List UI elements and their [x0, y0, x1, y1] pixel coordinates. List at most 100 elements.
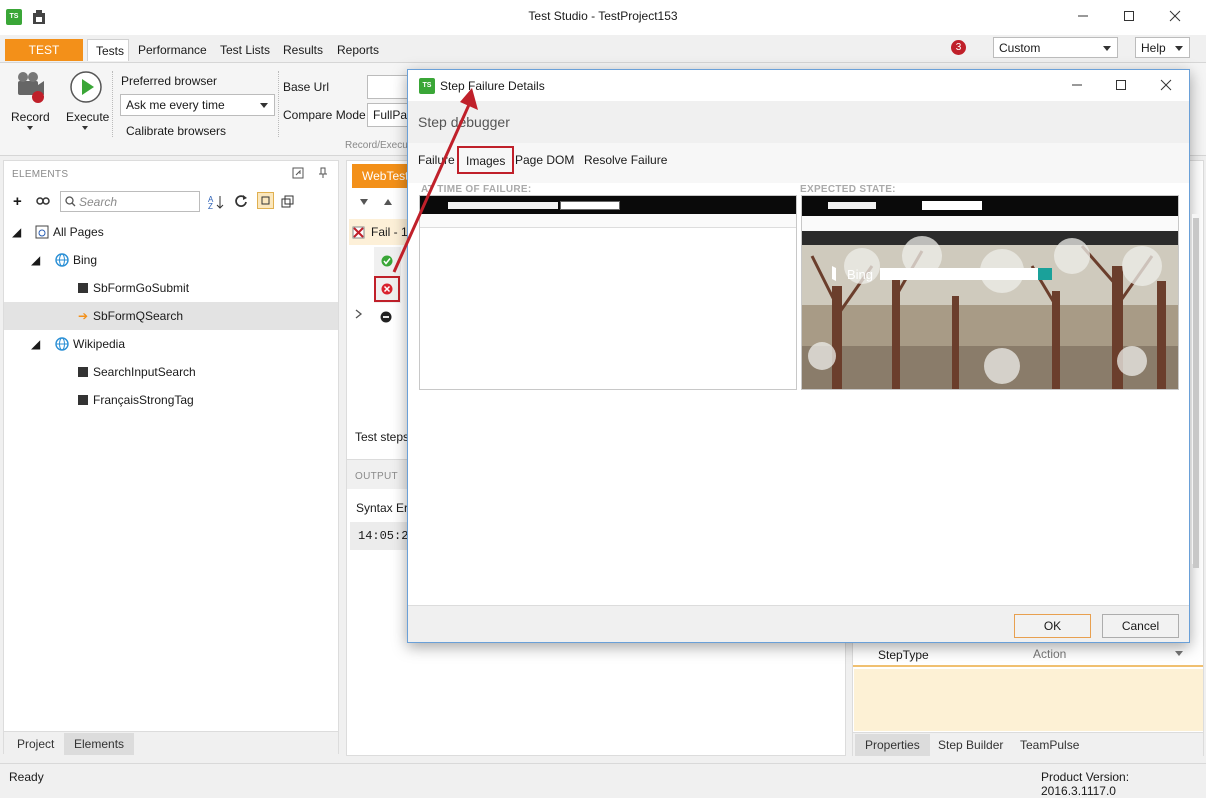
syntax-error-text: Syntax Err — [356, 501, 413, 515]
link-icon[interactable] — [36, 196, 50, 206]
sort-az-icon[interactable]: AZ — [208, 194, 224, 210]
tab-teampulse[interactable]: TeamPulse — [1010, 734, 1089, 756]
calibrate-browsers-button[interactable]: Calibrate browsers — [126, 124, 226, 138]
help-button[interactable]: Help — [1135, 37, 1190, 58]
tree-label: SearchInputSearch — [93, 365, 196, 379]
annotation-arrow — [392, 88, 478, 273]
ribbon-separator — [112, 71, 113, 137]
collapse-icon[interactable]: ◢ — [31, 246, 40, 274]
refresh-icon[interactable] — [234, 194, 248, 208]
chevron-down-icon[interactable] — [1175, 651, 1183, 656]
search-input[interactable]: Search — [60, 191, 200, 212]
tab-properties[interactable]: Properties — [855, 734, 930, 756]
layout-select-value: Custom — [999, 41, 1041, 55]
tab-project[interactable]: Project — [7, 733, 64, 755]
tab-test-steps[interactable]: Test steps — [355, 430, 409, 444]
element-icon — [78, 283, 88, 293]
window-title: Test Studio - TestProject153 — [528, 9, 678, 23]
view-toggle-icon[interactable] — [257, 192, 274, 209]
add-icon[interactable]: + — [13, 194, 22, 209]
output-title: OUTPUT — [355, 471, 398, 482]
tab-elements[interactable]: Elements — [64, 733, 135, 755]
globe-icon — [55, 337, 69, 351]
tab-reports[interactable]: Reports — [329, 39, 387, 61]
browser-tab — [560, 201, 620, 210]
collapse-icon[interactable]: ◢ — [31, 330, 40, 358]
base-url-label: Base Url — [283, 80, 330, 94]
elements-panel: ELEMENTS + Search AZ ◢ All Pages ◢ Bing … — [3, 160, 339, 755]
tab-resolve-failure[interactable]: Resolve Failure — [584, 150, 667, 170]
tree-node-all-pages[interactable]: ◢ All Pages — [4, 218, 338, 246]
tree-label: SbFormGoSubmit — [93, 281, 190, 295]
maximize-icon[interactable] — [1106, 0, 1152, 32]
execute-play-icon[interactable] — [69, 70, 103, 104]
ok-button[interactable]: OK — [1014, 614, 1091, 638]
execute-button[interactable]: Execute — [66, 110, 109, 124]
tab-results[interactable]: Results — [275, 39, 331, 61]
ribbon-separator — [278, 71, 279, 137]
tree-label: SbFormQSearch — [93, 309, 184, 323]
compare-mode-label: Compare Mode — [283, 108, 366, 122]
record-camera-icon[interactable] — [14, 69, 46, 103]
tab-step-builder[interactable]: Step Builder — [928, 734, 1013, 756]
notification-badge[interactable]: 3 — [951, 40, 966, 55]
minimize-icon[interactable] — [1054, 70, 1100, 100]
chevron-down-icon[interactable] — [27, 126, 33, 130]
elements-panel-tabs: Project Elements — [4, 731, 338, 755]
properties-tabs: Properties Step Builder TeamPulse — [853, 732, 1203, 756]
tree-label: Wikipedia — [73, 337, 126, 351]
title-bar: TS Test Studio - TestProject153 — [0, 0, 1206, 35]
cancel-button[interactable]: Cancel — [1102, 614, 1179, 638]
fail-x-icon — [352, 226, 365, 239]
collapse-icon[interactable]: ◢ — [12, 218, 21, 246]
element-icon — [78, 395, 88, 405]
pages-icon — [35, 225, 49, 239]
close-icon[interactable] — [1152, 0, 1198, 32]
tab-tests[interactable]: Tests — [87, 39, 129, 61]
chevron-down-icon[interactable] — [82, 126, 88, 130]
layout-select[interactable]: Custom — [993, 37, 1118, 58]
dialog-subheader: Step debugger — [408, 101, 1189, 143]
preferred-browser-value: Ask me every time — [126, 98, 225, 112]
tree-node-bing[interactable]: ◢ Bing — [4, 246, 338, 274]
chevron-right-icon[interactable] — [355, 309, 363, 319]
maximize-icon[interactable] — [1098, 70, 1144, 100]
tab-page-dom[interactable]: Page DOM — [515, 150, 574, 170]
close-icon[interactable] — [1143, 70, 1189, 100]
tree-node-wikipedia[interactable]: ◢ Wikipedia — [4, 330, 338, 358]
bing-logo-text: Bing — [847, 267, 874, 282]
product-version: Product Version: 2016.3.1117.0 — [1041, 770, 1130, 798]
pin-icon[interactable] — [317, 167, 329, 179]
tree-label: FrançaisStrongTag — [93, 393, 194, 407]
tree-node-sbformgosubmit[interactable]: SbFormGoSubmit — [4, 274, 338, 302]
steptype-row[interactable]: StepType Action — [853, 643, 1203, 667]
preferred-browser-select[interactable]: Ask me every time — [120, 94, 275, 116]
minimize-icon[interactable] — [1060, 0, 1106, 32]
scrollbar-track[interactable] — [1192, 214, 1200, 568]
tree-node-searchinputsearch[interactable]: SearchInputSearch — [4, 358, 338, 386]
disabled-step-icon — [380, 311, 392, 323]
chevron-down-icon — [260, 103, 268, 108]
pin-window-icon[interactable] — [292, 167, 304, 179]
chevron-down-icon — [1103, 46, 1111, 51]
view-multi-icon[interactable] — [281, 194, 295, 208]
tree-label: Bing — [73, 253, 98, 267]
tree-node-sbformqsearch[interactable]: ➔ SbFormQSearch — [4, 302, 338, 330]
help-label: Help — [1141, 41, 1166, 55]
tree-node-francaisstrongtag[interactable]: FrançaisStrongTag — [4, 386, 338, 414]
svg-text:Z: Z — [208, 202, 213, 210]
output-timestamp: 14:05:2 — [350, 522, 410, 550]
expected-screenshot[interactable]: Bing — [801, 195, 1179, 390]
tab-test-lists[interactable]: Test Lists — [212, 39, 278, 61]
chevron-down-icon[interactable] — [360, 199, 368, 205]
arrow-right-icon: ➔ — [78, 309, 89, 323]
scrollbar-thumb[interactable] — [1193, 218, 1199, 568]
steptype-label: StepType — [878, 648, 929, 662]
tab-test-studio[interactable]: TEST STUDIO — [5, 39, 83, 79]
images-content: AT TIME OF FAILURE: EXPECTED STATE: Bing — [408, 183, 1189, 605]
preferred-browser-label: Preferred browser — [121, 74, 218, 88]
record-button[interactable]: Record — [11, 110, 50, 124]
tab-performance[interactable]: Performance — [130, 39, 215, 61]
search-placeholder: Search — [79, 195, 118, 209]
search-icon — [65, 196, 76, 207]
